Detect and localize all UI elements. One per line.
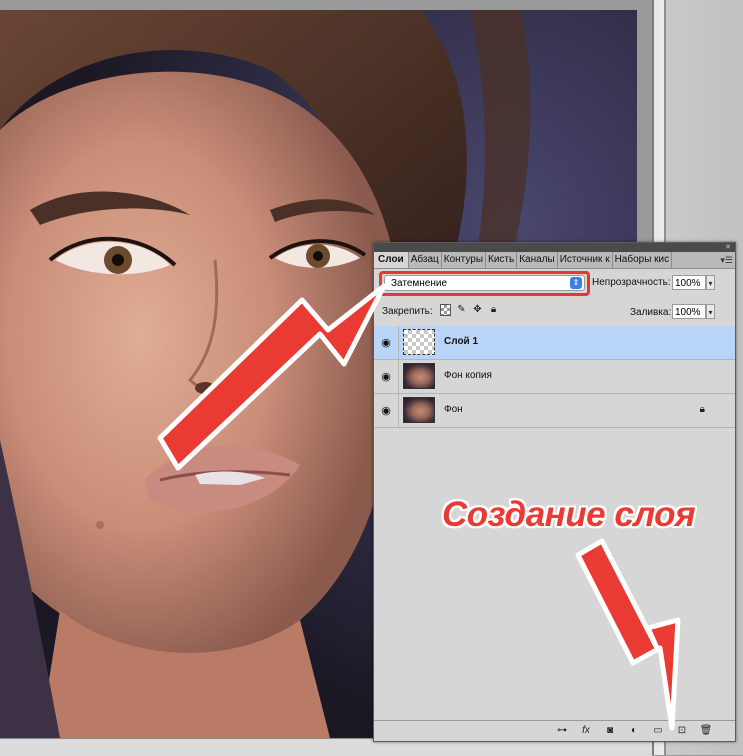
- layer-lock-icon: 🔒︎: [699, 404, 705, 415]
- folder-icon[interactable]: ▭: [651, 724, 665, 737]
- blend-row: Затемнение ⇕ Непрозрачность: 100% ▾: [374, 271, 735, 296]
- layers-panel: ✕ Слои Абзац Контуры Кисть Каналы Источн…: [373, 242, 736, 742]
- fill-label: Заливка:: [630, 307, 672, 318]
- annotation-highlight-box: [379, 271, 590, 296]
- new-layer-icon[interactable]: ⊡: [675, 724, 689, 737]
- eye-icon: ◉: [381, 371, 391, 383]
- fx-icon[interactable]: fx: [579, 724, 593, 737]
- layer-row[interactable]: ◉ Слой 1: [374, 326, 735, 360]
- mask-icon[interactable]: ◙: [603, 724, 617, 737]
- tab-channels[interactable]: Каналы: [517, 252, 558, 268]
- tab-paragraph[interactable]: Абзац: [409, 252, 442, 268]
- fill-dropdown-icon[interactable]: ▾: [706, 304, 715, 319]
- layer-name: Фон копия: [444, 370, 492, 381]
- adjustment-icon[interactable]: ◐: [627, 724, 641, 737]
- footer-icons: ⊶ fx ◙ ◐ ▭ ⊡ 🗑︎: [555, 724, 713, 737]
- eye-icon: ◉: [381, 405, 391, 417]
- lock-icons: ✎ ✥ 🔒︎: [440, 304, 499, 316]
- opacity-input[interactable]: 100%: [672, 275, 706, 290]
- panel-tabs: Слои Абзац Контуры Кисть Каналы Источник…: [374, 252, 735, 269]
- tab-paths[interactable]: Контуры: [442, 252, 487, 268]
- layer-thumbnail: [403, 397, 435, 423]
- panel-footer: ⊶ fx ◙ ◐ ▭ ⊡ 🗑︎: [374, 720, 735, 741]
- layer-thumbnail: [403, 363, 435, 389]
- tab-layers[interactable]: Слои: [374, 252, 409, 268]
- link-icon[interactable]: ⊶: [555, 724, 569, 737]
- panel-titlebar[interactable]: ✕: [374, 243, 735, 252]
- tab-clone-source[interactable]: Источник к: [558, 252, 613, 268]
- lock-row: Закрепить: ✎ ✥ 🔒︎ Заливка: 100% ▾: [374, 301, 735, 323]
- lock-label: Закрепить:: [382, 306, 433, 317]
- annotation-caption: Создание слоя: [442, 495, 696, 534]
- layers-list: ◉ Слой 1 ◉ Фон копия ◉ Фон 🔒︎: [374, 326, 735, 428]
- panel-menu-icon[interactable]: ▾☰: [720, 252, 733, 268]
- lock-position-icon[interactable]: ✥: [472, 304, 483, 316]
- panel-close-icon[interactable]: ✕: [725, 244, 731, 251]
- layer-name: Слой 1: [444, 336, 479, 347]
- layer-row[interactable]: ◉ Фон 🔒︎: [374, 394, 735, 428]
- opacity-label: Непрозрачность:: [592, 277, 671, 288]
- layer-name: Фон: [444, 404, 463, 415]
- visibility-toggle[interactable]: ◉: [374, 394, 399, 427]
- tab-brush[interactable]: Кисть: [486, 252, 518, 268]
- lock-pixels-icon[interactable]: ✎: [456, 304, 467, 316]
- opacity-dropdown-icon[interactable]: ▾: [706, 275, 715, 290]
- tab-brush-presets[interactable]: Наборы кис: [613, 252, 673, 268]
- visibility-toggle[interactable]: ◉: [374, 326, 399, 359]
- fill-input[interactable]: 100%: [672, 304, 706, 319]
- trash-icon[interactable]: 🗑︎: [699, 724, 713, 737]
- visibility-toggle[interactable]: ◉: [374, 360, 399, 393]
- lock-all-icon[interactable]: 🔒︎: [488, 304, 499, 316]
- eye-icon: ◉: [381, 337, 391, 349]
- layer-thumbnail: [403, 329, 435, 355]
- layer-row[interactable]: ◉ Фон копия: [374, 360, 735, 394]
- lock-transparency-icon[interactable]: [440, 304, 451, 316]
